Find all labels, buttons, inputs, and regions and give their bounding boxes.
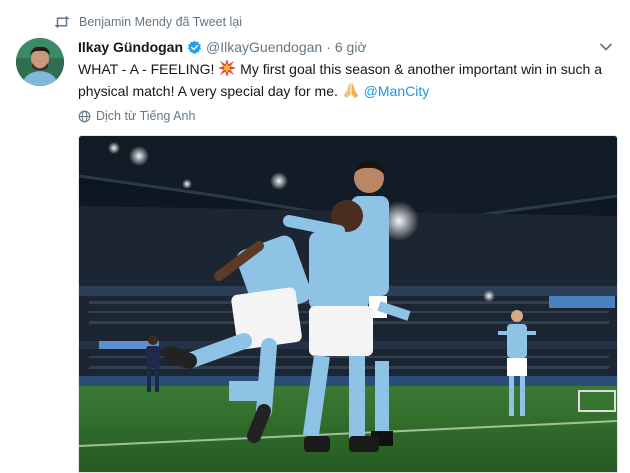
football-celebration-image [79,136,617,472]
folded-hands-emoji-icon [343,82,358,99]
tweet-photo[interactable] [78,135,618,473]
retweet-icon [54,16,70,28]
separator-dot: · [326,39,331,55]
chevron-down-icon[interactable] [599,40,613,54]
tweet-header: Ilkay Gündogan @IlkayGuendogan · 6 giờ [78,37,367,57]
retweeted-by-label[interactable]: Benjamin Mendy đã Tweet lại [79,15,242,29]
verified-badge-icon [187,40,202,54]
retweet-context: Benjamin Mendy đã Tweet lại [53,12,242,32]
avatar[interactable] [16,38,64,86]
globe-icon [78,110,91,122]
collision-emoji-icon [218,59,237,77]
translate-link[interactable]: Dịch từ Tiếng Anh [78,107,195,125]
mention-link[interactable]: @ManCity [364,83,430,99]
author-name[interactable]: Ilkay Gündogan [78,39,183,55]
author-handle[interactable]: @IlkayGuendogan [206,39,322,55]
tweet-timestamp[interactable]: 6 giờ [335,39,367,55]
tweet-text: WHAT - A - FEELING! My first goal this s… [78,58,618,102]
tweet-text-part-1: WHAT - A - FEELING! [78,61,219,77]
translate-label: Dịch từ Tiếng Anh [96,109,196,123]
